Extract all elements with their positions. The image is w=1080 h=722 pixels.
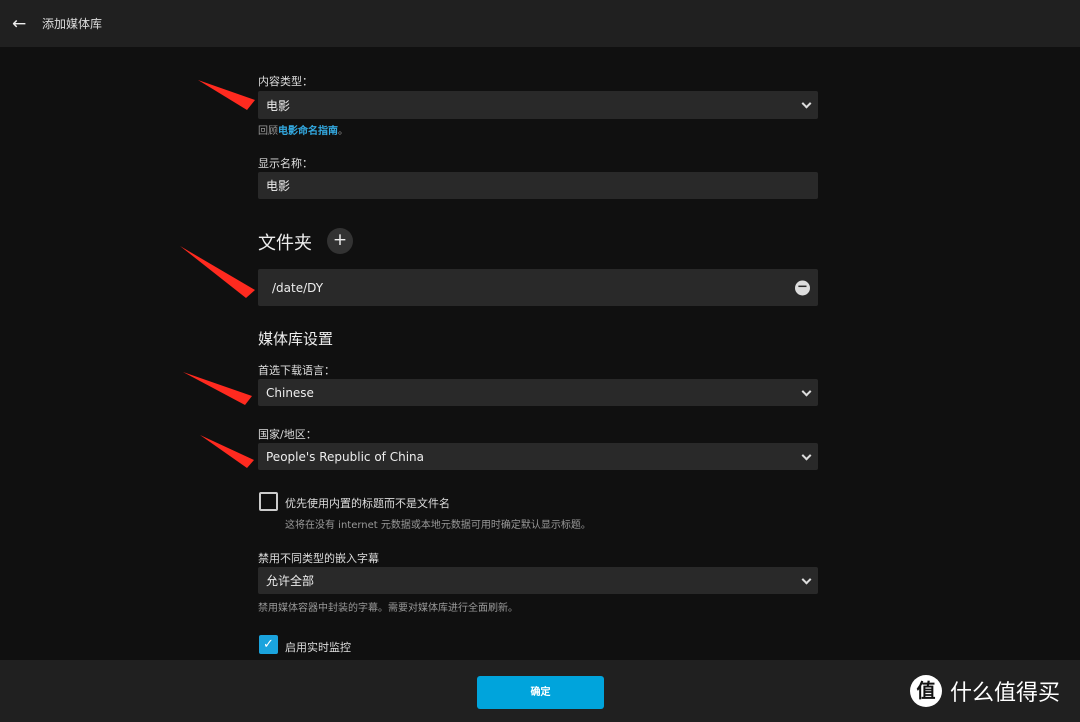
watermark-text: 什么值得买 — [950, 681, 1061, 706]
subtitles-select[interactable]: 允许全部 — [258, 567, 818, 594]
page-title: 添加媒体库 — [42, 17, 103, 31]
help-suffix: 。 — [338, 126, 348, 137]
chevron-down-icon — [801, 98, 812, 109]
content-type-help: 回顾电影命名指南。 — [258, 122, 348, 137]
subtitles-value: 允许全部 — [266, 574, 315, 588]
country-label: 国家/地区： — [258, 428, 317, 441]
minus-circle-icon[interactable]: − — [795, 280, 810, 295]
library-settings-heading: 媒体库设置 — [258, 330, 334, 348]
folder-item[interactable]: /date/DY − — [258, 269, 818, 306]
chevron-down-icon — [801, 386, 812, 397]
chevron-down-icon — [801, 450, 812, 461]
country-select[interactable]: People's Republic of China — [258, 443, 818, 470]
content-type-value: 电影 — [266, 98, 291, 113]
display-name-value: 电影 — [266, 179, 291, 193]
content-type-label: 内容类型： — [258, 75, 313, 88]
display-name-label: 显示名称： — [258, 157, 313, 170]
naming-guide-link[interactable]: 电影命名指南 — [278, 126, 338, 137]
annotation-arrow-icon — [180, 246, 255, 298]
realtime-monitor-label: 启用实时监控 — [285, 641, 351, 654]
watermark-logo: 值 — [910, 675, 942, 707]
content-type-select[interactable]: 电影 — [258, 91, 818, 119]
chevron-down-icon — [801, 574, 812, 585]
country-value: People's Republic of China — [266, 449, 424, 464]
arrow-left-icon[interactable]: ← — [12, 14, 32, 34]
prefer-embedded-titles-label: 优先使用内置的标题而不是文件名 — [285, 497, 450, 510]
realtime-monitor-checkbox[interactable]: ✓ — [259, 635, 278, 654]
plus-icon[interactable]: + — [327, 228, 353, 254]
annotation-arrow-icon — [200, 435, 254, 468]
watermark: 值 什么值得买 — [910, 675, 1060, 707]
ok-button[interactable]: 确定 — [477, 676, 604, 709]
language-label: 首选下载语言： — [258, 364, 335, 377]
prefer-embedded-titles-help: 这将在没有 internet 元数据或本地元数据可用时确定默认显示标题。 — [285, 520, 591, 531]
help-prefix: 回顾 — [258, 126, 278, 137]
footer-bar: 确定 值 什么值得买 — [0, 660, 1080, 722]
language-select[interactable]: Chinese — [258, 379, 818, 406]
prefer-embedded-titles-checkbox[interactable] — [259, 492, 278, 511]
subtitles-help: 禁用媒体容器中封装的字幕。需要对媒体库进行全面刷新。 — [258, 603, 518, 614]
folder-path: /date/DY — [272, 280, 324, 295]
language-value: Chinese — [266, 385, 314, 400]
annotation-arrow-icon — [183, 372, 252, 405]
check-icon: ✓ — [263, 637, 274, 652]
subtitles-label: 禁用不同类型的嵌入字幕 — [258, 552, 379, 565]
top-bar: ← 添加媒体库 — [0, 0, 1080, 47]
folders-heading: 文件夹 — [258, 233, 312, 254]
display-name-input[interactable]: 电影 — [258, 172, 818, 199]
annotation-arrow-icon — [198, 80, 255, 110]
